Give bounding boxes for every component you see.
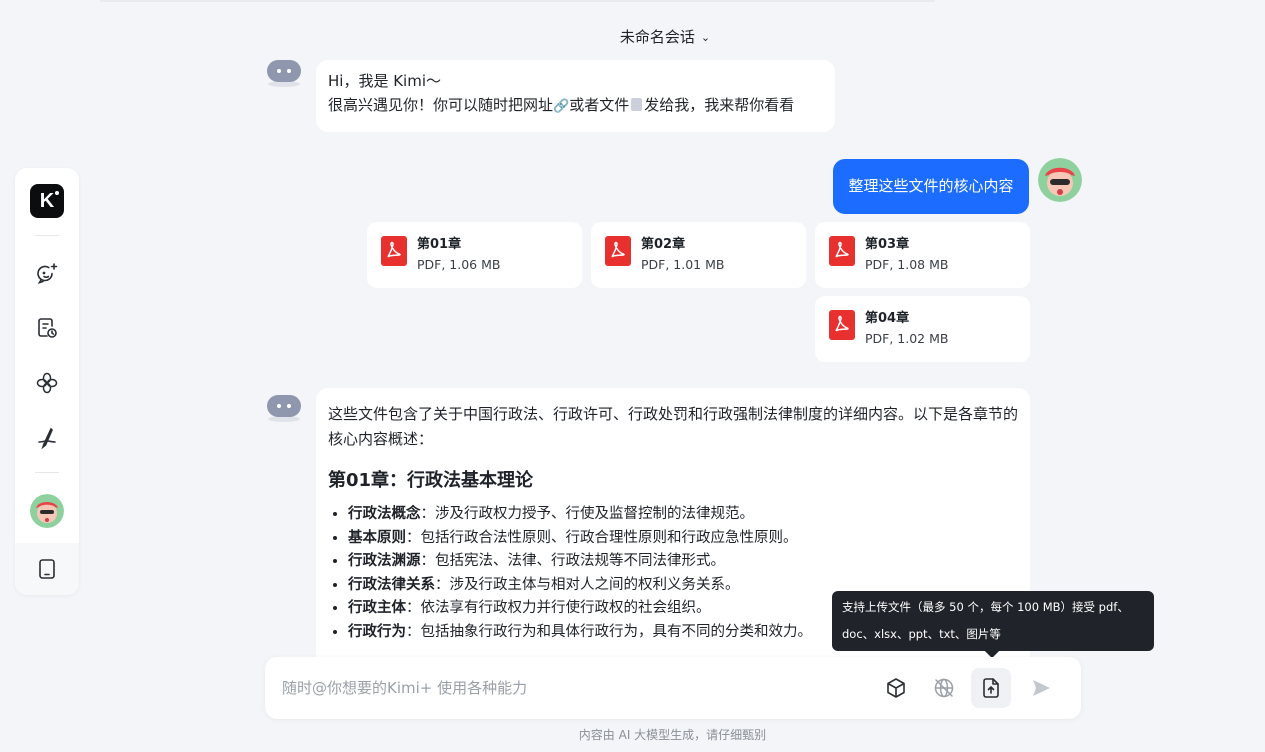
item-term: 行政法渊源 bbox=[348, 553, 421, 569]
cube-icon[interactable] bbox=[876, 668, 916, 708]
pdf-file-icon bbox=[605, 236, 631, 266]
item-term: 行政法概念 bbox=[348, 506, 421, 522]
kimi-plus-icon[interactable] bbox=[35, 371, 59, 395]
chat-title: 未命名会话 bbox=[619, 28, 695, 46]
file-name: 第03章 bbox=[865, 237, 910, 252]
item-desc: ：涉及行政权力授予、行使及监督控制的法律规范。 bbox=[420, 506, 755, 522]
pdf-file-icon bbox=[829, 236, 855, 266]
file-card[interactable]: 第02章 PDF, 1.01 MB bbox=[591, 222, 806, 288]
greeting-line-1: Hi，我是 Kimi～ bbox=[328, 72, 441, 90]
item-term: 基本原则 bbox=[348, 529, 406, 546]
file-name: 第02章 bbox=[641, 237, 686, 252]
kimi-bot-avatar bbox=[266, 393, 302, 429]
user-avatar[interactable] bbox=[30, 494, 64, 528]
composer-input[interactable]: 随时@你想要的Kimi+ 使用各种能力 bbox=[282, 677, 527, 698]
file-card[interactable]: 第04章 PDF, 1.02 MB bbox=[815, 296, 1030, 362]
ai-disclaimer: 内容由 AI 大模型生成，请仔细甄别 bbox=[578, 728, 767, 742]
greeting-text-c: 发给我，我来帮你看看 bbox=[644, 96, 795, 114]
item-term: 行政行为 bbox=[348, 623, 406, 640]
list-item: 基本原则：包括行政合法性原则、行政合理性原则和行政应急性原则。 bbox=[348, 527, 1030, 551]
pdf-file-icon bbox=[829, 310, 855, 340]
file-card[interactable]: 第01章 PDF, 1.06 MB bbox=[367, 222, 582, 288]
tablet-icon[interactable] bbox=[35, 557, 59, 581]
web-search-off-icon[interactable] bbox=[924, 668, 964, 708]
answer-heading: 第01章：行政法基本理论 bbox=[328, 470, 534, 491]
item-desc: ：依法享有行政权力并行使行政权的社会组织。 bbox=[406, 600, 711, 616]
upload-tooltip: 支持上传文件（最多 50 个，每个 100 MB）接受 pdf、 doc、xls… bbox=[832, 591, 1154, 659]
sidebar-divider bbox=[35, 472, 59, 473]
sidebar: K bbox=[15, 168, 79, 595]
item-desc: ：包括宪法、法律、行政法规等不同法律形式。 bbox=[420, 553, 726, 569]
greeting-text-a: 很高兴遇见你！你可以随时把网址 bbox=[328, 96, 554, 114]
greeting-text-b: 或者文件 bbox=[569, 96, 630, 114]
file-meta: PDF, 1.01 MB bbox=[641, 257, 725, 272]
top-divider bbox=[100, 0, 935, 2]
file-meta: PDF, 1.08 MB bbox=[865, 257, 949, 272]
user-message-bubble: 整理这些文件的核心内容 bbox=[833, 159, 1029, 214]
item-desc: ：包括行政合法性原则、行政合理性原则和行政应急性原则。 bbox=[406, 529, 798, 546]
kimi-logo-icon[interactable]: K bbox=[30, 184, 64, 218]
chat-title-dropdown[interactable]: 未命名会话 ⌄ bbox=[0, 26, 1265, 47]
chevron-down-icon: ⌄ bbox=[700, 31, 711, 44]
item-term: 行政主体 bbox=[348, 600, 406, 616]
link-icon: 🔗 bbox=[553, 99, 570, 114]
file-name: 第04章 bbox=[865, 311, 910, 326]
item-desc: ：包括抽象行政行为和具体行政行为，具有不同的分类和效力。 bbox=[406, 623, 812, 640]
file-meta: PDF, 1.06 MB bbox=[417, 257, 501, 272]
history-icon[interactable] bbox=[35, 316, 59, 340]
send-icon[interactable] bbox=[1021, 668, 1061, 708]
message-composer[interactable]: 随时@你想要的Kimi+ 使用各种能力 bbox=[265, 657, 1081, 719]
user-avatar bbox=[1038, 158, 1082, 202]
answer-intro: 这些文件包含了关于中国行政法、行政许可、行政处罚和行政强制法律制度的详细内容。以… bbox=[328, 405, 1019, 448]
pdf-file-icon bbox=[381, 236, 407, 266]
upload-file-icon[interactable] bbox=[971, 668, 1011, 708]
tooltip-line-1: 支持上传文件（最多 50 个，每个 100 MB）接受 pdf、 bbox=[842, 600, 1129, 614]
file-name: 第01章 bbox=[417, 237, 462, 252]
document-icon bbox=[631, 98, 643, 111]
kimi-bot-avatar bbox=[266, 58, 302, 94]
greeting-bubble: Hi，我是 Kimi～ 很高兴遇见你！你可以随时把网址🔗或者文件 发给我，我来帮你… bbox=[316, 60, 835, 132]
file-card[interactable]: 第03章 PDF, 1.08 MB bbox=[815, 222, 1030, 288]
item-term: 行政法律关系 bbox=[348, 576, 435, 593]
greeting-line-2: 很高兴遇见你！你可以随时把网址🔗或者文件 发给我，我来帮你看看 bbox=[328, 94, 794, 118]
list-item: 行政法概念：涉及行政权力授予、行使及监督控制的法律规范。 bbox=[348, 503, 1030, 527]
file-meta: PDF, 1.02 MB bbox=[865, 331, 949, 346]
pen-icon[interactable] bbox=[35, 426, 59, 450]
sidebar-bottom bbox=[15, 543, 79, 595]
user-message-text: 整理这些文件的核心内容 bbox=[848, 177, 1014, 195]
sidebar-divider bbox=[35, 235, 59, 236]
new-chat-icon[interactable] bbox=[35, 261, 59, 285]
item-desc: ：涉及行政主体与相对人之间的权利义务关系。 bbox=[435, 576, 740, 593]
list-item: 行政法渊源：包括宪法、法律、行政法规等不同法律形式。 bbox=[348, 550, 1030, 574]
